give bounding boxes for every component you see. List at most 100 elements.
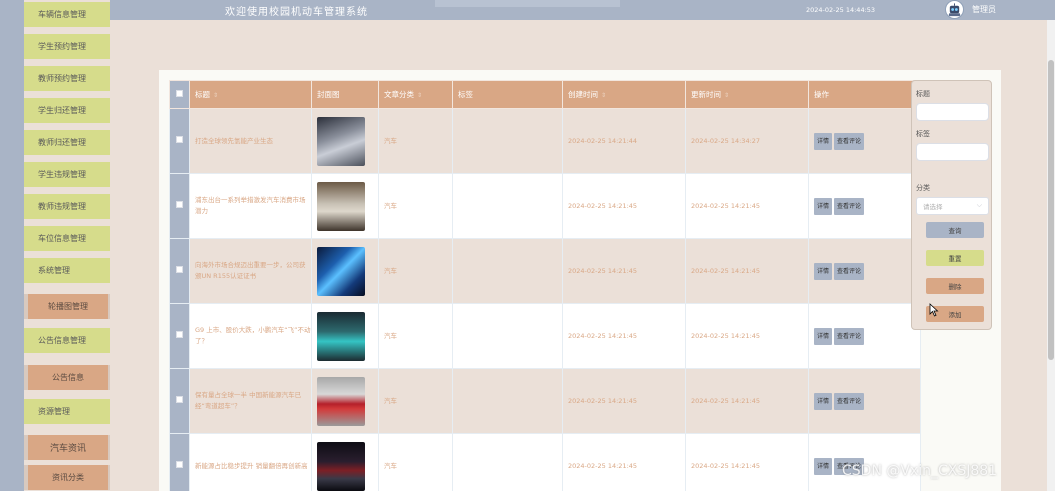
cover-image[interactable] [317,116,365,166]
reset-button[interactable]: 重置 [926,250,984,266]
cell-cover [311,173,379,239]
user-role[interactable]: 管理员 [972,4,996,15]
cell-tags [452,238,563,304]
row-checkbox[interactable] [169,238,190,304]
cell-title[interactable]: 新能源占比稳步提升 销量翻倍再创新高 [189,433,312,491]
column-header-category[interactable]: 文章分类 ⇕ [378,80,453,109]
cell-title[interactable]: 向海外市场合规迈出重要一步，公司获颁UN R155认证证书 [189,238,312,304]
cell-title[interactable]: 浦东出台一系列举措激发汽车消费市场潜力 [189,173,312,239]
cell-category: 汽车 [378,368,453,434]
cell-updated: 2024-02-25 14:34:27 [685,108,809,174]
cell-title[interactable]: 保有量占全球一半 中国新能源汽车已经“弯道超车”？ [189,368,312,434]
top-search-strip [435,0,620,7]
sidebar-subitem-carousel[interactable]: 轮播图管理 [24,294,110,319]
tags-filter-label: 标签 [916,130,930,138]
view-comments-button[interactable]: 查看评论 [834,197,865,215]
app-title: 欢迎使用校园机动车管理系统 [225,7,368,18]
robot-avatar-icon[interactable] [945,0,964,19]
cell-actions: 详情 查看评论 [808,173,921,239]
table-row: G9 上市、股价大跌，小鹏汽车“飞”不动了？ 汽车 2024-02-25 14:… [169,303,921,369]
sort-icon[interactable]: ⇕ [213,92,218,99]
cell-tags [452,368,563,434]
cell-actions: 详情 查看评论 [808,368,921,434]
cover-image[interactable] [317,311,365,361]
tags-filter-input[interactable] [916,143,989,161]
sort-icon[interactable]: ⇕ [724,92,729,99]
detail-button[interactable]: 详情 [814,392,833,410]
column-header-updated[interactable]: 更新时间 ⇕ [685,80,809,109]
sidebar-item-parking-info[interactable]: 车位信息管理 [24,226,110,251]
cell-title[interactable]: G9 上市、股价大跌，小鹏汽车“飞”不动了？ [189,303,312,369]
watermark: CSDN @Vxin_CXSJ881 [842,463,998,479]
sidebar-item-teacher-booking[interactable]: 教师预约管理 [24,66,110,91]
cover-image[interactable] [317,441,365,491]
cell-actions: 详情 查看评论 [808,303,921,369]
cell-cover [311,108,379,174]
column-header-title[interactable]: 标题 ⇕ [189,80,312,109]
main-content: 标题 ⇕ 封面图 文章分类 ⇕ 标签 创建时间 ⇕ 更新时间 ⇕ 操作 打造全球领先氢能… [110,20,1055,491]
sidebar-item-vehicle-info[interactable]: 车辆信息管理 [24,2,110,27]
sidebar-item-notice[interactable]: 公告信息管理 [24,328,110,353]
row-checkbox[interactable] [169,108,190,174]
sidebar-item-system[interactable]: 系统管理 [24,258,110,283]
sort-icon[interactable]: ⇕ [417,92,422,99]
detail-button[interactable]: 详情 [814,457,833,475]
cell-actions: 详情 查看评论 [808,108,921,174]
sort-icon[interactable]: ⇕ [601,92,606,99]
column-header-created[interactable]: 创建时间 ⇕ [562,80,686,109]
category-filter-label: 分类 [916,184,930,192]
cell-title[interactable]: 打造全球领先氢能产业生态 [189,108,312,174]
cell-tags [452,108,563,174]
sidebar-item-student-return[interactable]: 学生归还管理 [24,98,110,123]
cover-image[interactable] [317,181,365,231]
sidebar-subitem-car-news[interactable]: 汽车资讯 [24,435,110,460]
table-row: 向海外市场合规迈出重要一步，公司获颁UN R155认证证书 汽车 2024-02… [169,238,921,304]
cell-cover [311,368,379,434]
sidebar-item-teacher-violation[interactable]: 教师违规管理 [24,194,110,219]
scrollbar-thumb[interactable] [1048,60,1054,360]
row-checkbox[interactable] [169,173,190,239]
detail-button[interactable]: 详情 [814,262,833,280]
row-checkbox[interactable] [169,303,190,369]
cell-cover [311,303,379,369]
detail-button[interactable]: 详情 [814,327,833,345]
category-select[interactable]: 请选择 ⌵ [916,197,989,215]
sidebar-subitem-notice-info[interactable]: 公告信息 [24,365,110,390]
title-filter-input[interactable] [916,103,989,121]
cell-cover [311,433,379,491]
cell-category: 汽车 [378,108,453,174]
view-comments-button[interactable]: 查看评论 [834,327,865,345]
cell-created: 2024-02-25 14:21:44 [562,108,686,174]
cell-updated: 2024-02-25 14:21:45 [685,238,809,304]
cell-created: 2024-02-25 14:21:45 [562,173,686,239]
column-header-actions: 操作 [808,80,921,109]
query-button[interactable]: 查询 [926,222,984,238]
cell-category: 汽车 [378,173,453,239]
select-all-checkbox[interactable] [169,80,190,109]
detail-button[interactable]: 详情 [814,197,833,215]
cell-actions: 详情 查看评论 [808,238,921,304]
column-header-cover: 封面图 [311,80,379,109]
table-row: 打造全球领先氢能产业生态 汽车 2024-02-25 14:21:44 2024… [169,108,921,174]
detail-button[interactable]: 详情 [814,132,833,150]
view-comments-button[interactable]: 查看评论 [834,262,865,280]
sidebar-item-teacher-return[interactable]: 教师归还管理 [24,130,110,155]
row-checkbox[interactable] [169,433,190,491]
column-header-tags: 标签 [452,80,563,109]
view-comments-button[interactable]: 查看评论 [834,132,865,150]
table-row: 新能源占比稳步提升 销量翻倍再创新高 汽车 2024-02-25 14:21:4… [169,433,921,491]
sidebar-subitem-news-category[interactable]: 资讯分类 [24,465,110,490]
sidebar-item-student-violation[interactable]: 学生违规管理 [24,162,110,187]
view-comments-button[interactable]: 查看评论 [834,392,865,410]
page-scrollbar[interactable] [1047,20,1055,491]
delete-button[interactable]: 删除 [926,278,984,294]
cover-image[interactable] [317,246,365,296]
cell-tags [452,173,563,239]
row-checkbox[interactable] [169,368,190,434]
sidebar-item-resources[interactable]: 资源管理 [24,399,110,424]
cover-image[interactable] [317,376,365,426]
sidebar-item-student-booking[interactable]: 学生预约管理 [24,34,110,59]
top-bar: 欢迎使用校园机动车管理系统 2024-02-25 14:44:53 管理员 [110,0,1055,20]
news-table: 标题 ⇕ 封面图 文章分类 ⇕ 标签 创建时间 ⇕ 更新时间 ⇕ 操作 打造全球领先氢能… [169,80,921,491]
cell-updated: 2024-02-25 14:21:45 [685,368,809,434]
